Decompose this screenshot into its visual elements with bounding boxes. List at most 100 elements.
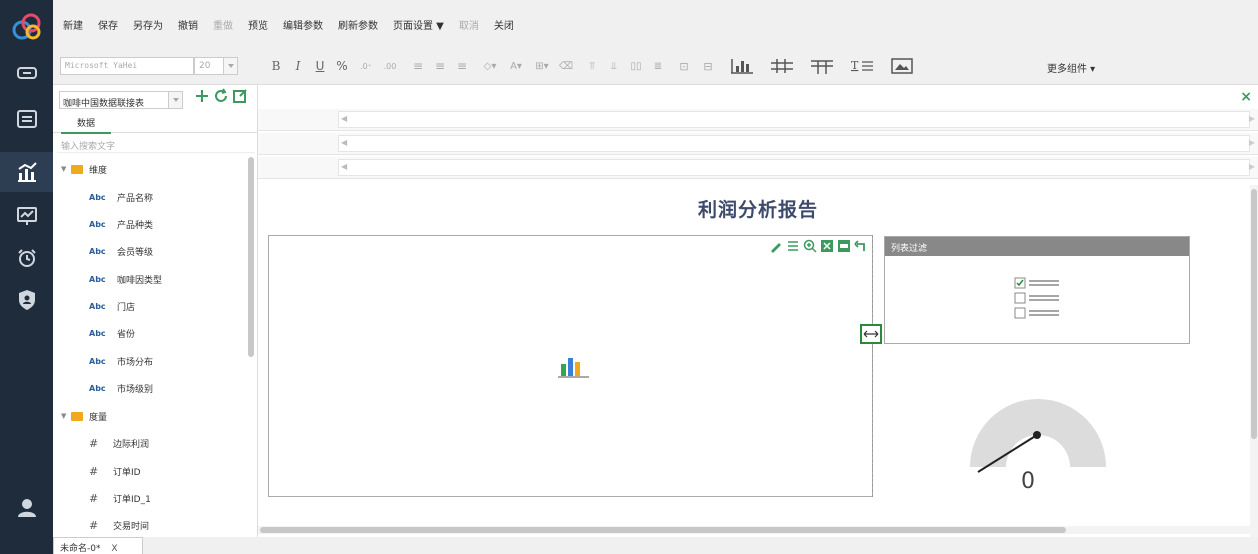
refresh-icon[interactable] [213, 88, 229, 104]
scroll-thumb[interactable] [1251, 189, 1257, 439]
scroll-thumb[interactable] [260, 527, 1066, 533]
menu-redo[interactable]: 重做 [213, 17, 233, 32]
canvas-vertical-scrollbar[interactable] [1250, 185, 1258, 537]
tab-data[interactable]: 数据 [61, 116, 111, 134]
menu-save[interactable]: 保存 [98, 17, 118, 32]
font-size-select[interactable]: 20 [194, 57, 238, 75]
insert-text-icon[interactable]: T [847, 56, 877, 76]
security-shield-icon[interactable] [0, 280, 53, 320]
menu-undo[interactable]: 撤销 [178, 17, 198, 32]
menu-bar: 新建 保存 另存为 撤销 重做 预览 编辑参数 刷新参数 页面设置 ▼ 取消 关… [53, 0, 1258, 48]
align-right-icon[interactable]: ≡ [453, 56, 471, 76]
document-tab[interactable]: 未命名-0* X [53, 537, 143, 554]
add-icon[interactable] [194, 88, 210, 104]
scroll-left-icon[interactable]: ◀ [341, 114, 347, 123]
field-search-input[interactable]: 输入搜索文字 [57, 136, 255, 153]
percent-button[interactable]: % [335, 56, 349, 76]
distribute-vertical-icon[interactable]: ≣ [649, 56, 667, 76]
user-icon[interactable] [0, 488, 53, 528]
underline-button[interactable]: U [313, 56, 327, 76]
chart-component[interactable] [268, 235, 873, 497]
align-center-icon[interactable]: ≡ [431, 56, 449, 76]
dashboard-icon[interactable] [0, 196, 53, 236]
export-excel-icon[interactable] [820, 239, 834, 253]
italic-button[interactable]: I [291, 56, 305, 76]
menu-edit-params[interactable]: 编辑参数 [283, 17, 323, 32]
field-item[interactable]: Abc 会员等级 [89, 243, 153, 259]
insert-chart-icon[interactable] [727, 56, 757, 76]
scroll-right-icon[interactable]: ▶ [1249, 114, 1255, 123]
insert-crosstab-icon[interactable] [767, 56, 797, 76]
export-csv-icon[interactable] [837, 239, 851, 253]
list-filter-component[interactable]: 列表过滤 [884, 236, 1190, 344]
report-chart-icon[interactable] [0, 152, 53, 192]
panel-scrollbar[interactable] [248, 157, 254, 357]
merge-cells-icon[interactable]: ⊡ [675, 56, 693, 76]
field-item[interactable]: # 订单ID [89, 463, 141, 479]
field-item[interactable]: Abc 市场级别 [89, 380, 153, 396]
resize-handle[interactable] [860, 324, 882, 344]
zoom-in-icon[interactable] [803, 239, 817, 253]
more-components-button[interactable]: 更多组件 ▾ [1047, 60, 1095, 75]
field-item[interactable]: Abc 省份 [89, 325, 135, 341]
field-label: 订单ID_1 [113, 494, 151, 505]
fill-color-icon[interactable]: ◇▾ [479, 56, 501, 76]
scroll-right-icon[interactable]: ▶ [1249, 138, 1255, 147]
close-tab-icon[interactable]: X [111, 544, 117, 554]
field-item[interactable]: # 边际利润 [89, 435, 149, 451]
align-bottom-icon[interactable]: ⫫ [605, 56, 623, 76]
increase-decimal-icon[interactable]: .0⁺ [355, 56, 377, 76]
field-label: 边际利润 [113, 439, 150, 450]
align-top-icon[interactable]: ⫪ [583, 56, 601, 76]
gauge-component[interactable] [958, 362, 1118, 486]
close-icon[interactable]: × [1240, 89, 1252, 105]
svg-text:T: T [851, 59, 859, 72]
decrease-decimal-icon[interactable]: .00 [379, 56, 401, 76]
split-cells-icon[interactable]: ⊟ [699, 56, 717, 76]
scroll-left-icon[interactable]: ◀ [341, 138, 347, 147]
insert-table-icon[interactable] [807, 56, 837, 76]
edit-dataset-icon[interactable] [232, 88, 248, 104]
menu-save-as[interactable]: 另存为 [133, 17, 163, 32]
scroll-right-icon[interactable]: ▶ [1249, 162, 1255, 171]
field-item[interactable]: Abc 市场分布 [89, 353, 153, 369]
link-icon[interactable] [0, 53, 53, 93]
menu-new[interactable]: 新建 [63, 17, 83, 32]
measure-group[interactable]: ▼ 度量 [61, 408, 107, 424]
alarm-clock-icon[interactable] [0, 238, 53, 278]
align-left-icon[interactable]: ≡ [409, 56, 427, 76]
font-family-select[interactable]: Microsoft YaHei [60, 57, 208, 75]
field-label: 产品名称 [117, 193, 154, 204]
field-item[interactable]: Abc 产品种类 [89, 216, 153, 232]
insert-image-icon[interactable] [887, 56, 917, 76]
field-item[interactable]: # 交易时间 [89, 517, 149, 533]
field-item[interactable]: Abc 咖啡因类型 [89, 271, 162, 287]
menu-page-settings[interactable]: 页面设置 ▼ [393, 17, 444, 32]
field-label: 咖啡因类型 [117, 275, 163, 286]
list-icon[interactable] [786, 239, 800, 253]
font-size-value: 20 [199, 61, 211, 71]
table-icon[interactable] [0, 99, 53, 139]
field-item[interactable]: # 订单ID_1 [89, 490, 151, 506]
menu-close[interactable]: 关闭 [494, 17, 514, 32]
checklist-icon [1014, 277, 1059, 319]
menu-refresh-params[interactable]: 刷新参数 [338, 17, 378, 32]
number-type-icon: # [89, 491, 99, 505]
format-toolbar: Microsoft YaHei 20 B I U % .0⁺ .00 ≡ ≡ ≡… [53, 48, 1258, 85]
format-painter-icon[interactable]: ⌫ [557, 56, 575, 76]
field-item[interactable]: Abc 门店 [89, 298, 135, 314]
border-icon[interactable]: ⊞▾ [531, 56, 553, 76]
scroll-left-icon[interactable]: ◀ [341, 162, 347, 171]
font-color-icon[interactable]: A▾ [505, 56, 527, 76]
dimension-group[interactable]: ▼ 维度 [61, 161, 107, 177]
field-item[interactable]: Abc 产品名称 [89, 189, 153, 205]
edit-pencil-icon[interactable] [769, 239, 783, 253]
menu-cancel[interactable]: 取消 [459, 17, 479, 32]
bold-button[interactable]: B [269, 56, 283, 76]
undo-arrow-icon[interactable] [854, 239, 868, 253]
app-logo [10, 10, 44, 44]
dataset-select[interactable]: 咖啡中国数据联接表 [59, 91, 183, 109]
canvas-horizontal-scrollbar[interactable] [258, 526, 1250, 534]
menu-preview[interactable]: 预览 [248, 17, 268, 32]
distribute-horizontal-icon[interactable]: ▯▯ [627, 56, 645, 76]
